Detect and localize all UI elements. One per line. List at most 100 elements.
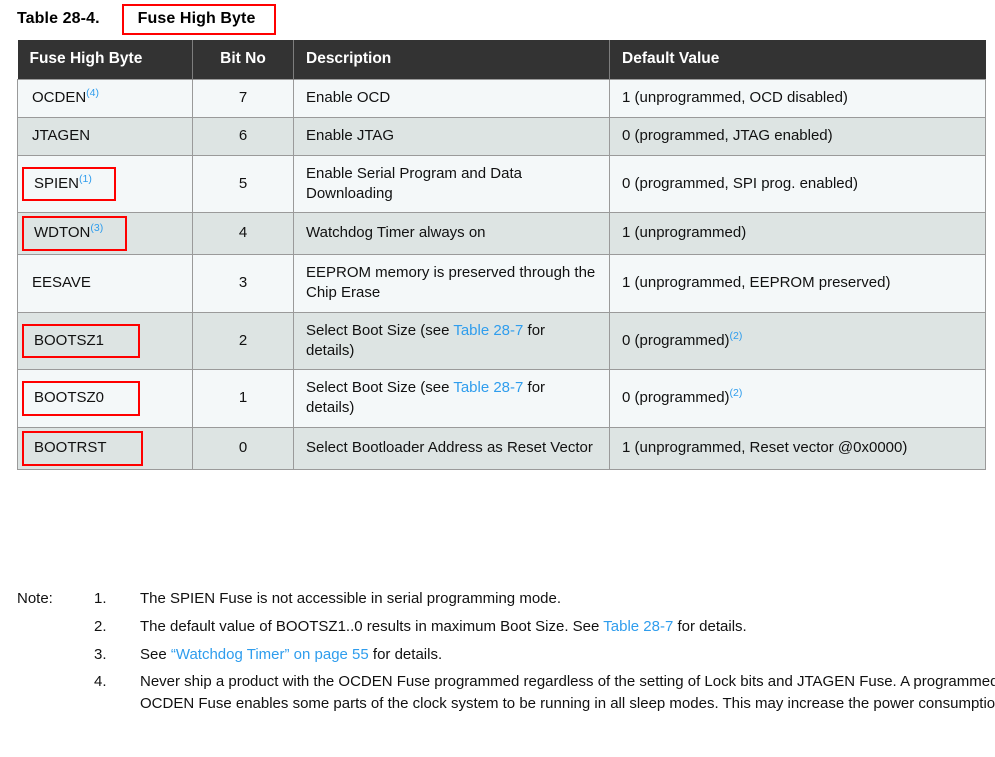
cell-description: Enable Serial Program and Data Downloadi… — [293, 154, 610, 214]
footnote-superscript: (3) — [90, 222, 104, 235]
fuse-name-label: BOOTSZ0 — [34, 389, 105, 407]
default-value-text: 1 (unprogrammed, EEPROM preserved) — [622, 274, 891, 292]
fuse-name-label: BOOTRST — [34, 438, 107, 456]
note-text-tail: for details. — [368, 645, 443, 663]
fuse-name-text: EESAVE — [32, 273, 91, 293]
footnote-superscript: (2) — [729, 329, 743, 342]
cell-fuse-name: WDTON(3) — [17, 212, 193, 256]
table-row: BOOTRST 0 Select Bootloader Address as Res… — [17, 426, 986, 470]
cell-default-value: 0 (programmed, JTAG enabled) — [609, 116, 986, 156]
cell-fuse-name: BOOTSZ0 — [17, 369, 193, 428]
description-text: Select Bootloader Address as Reset Vecto… — [306, 438, 593, 456]
table-row: JTAGEN 6 Enable JTAG 0 (programmed, JTAG en… — [17, 116, 986, 156]
table-header: Fuse High Byte Bit No Description Defaul… — [17, 40, 986, 80]
column-header-default-value: Default Value — [609, 40, 986, 80]
fuse-name-highlight-box: BOOTSZ1 — [22, 323, 141, 359]
note-body: The SPIEN Fuse is not accessible in seri… — [140, 590, 561, 607]
cell-default-value: 1 (unprogrammed, Reset vector @0x0000) — [609, 426, 986, 470]
table-row: EESAVE 3 EEPROM memory is preserved throug… — [17, 254, 986, 313]
column-header-fuse-high-byte: Fuse High Byte — [17, 40, 193, 80]
cell-description: Enable OCD — [293, 79, 610, 118]
description-text: EEPROM memory is preserved through the C… — [306, 264, 596, 301]
cell-default-value: 0 (programmed)(2) — [609, 311, 986, 371]
note-text: Never ship a product with the OCDEN Fuse… — [140, 673, 995, 712]
description-text: Select Boot Size (see — [306, 379, 454, 397]
note-text: The default value of BOOTSZ1..0 results … — [140, 617, 604, 635]
cell-bit-no: 5 — [192, 154, 294, 214]
default-value-text: 1 (unprogrammed, Reset vector @0x0000) — [622, 438, 908, 456]
description-text: Select Boot Size (see — [306, 321, 454, 339]
note-cross-reference-link[interactable]: “Watchdog Timer” on page 55 — [171, 646, 369, 663]
column-header-bit-no: Bit No — [192, 40, 294, 80]
note-item: 2. The default value of BOOTSZ1..0 result… — [17, 616, 995, 638]
fuse-name-label: WDTON — [34, 224, 91, 242]
note-body: Never ship a product with the OCDEN Fuse… — [140, 671, 995, 715]
fuse-name-label: EESAVE — [32, 274, 91, 292]
cell-default-value: 0 (programmed, SPI prog. enabled) — [609, 154, 986, 214]
fuse-high-byte-table: Fuse High Byte Bit No Description Defaul… — [17, 40, 986, 470]
column-header-description: Description — [293, 40, 610, 80]
default-value-text: 1 (unprogrammed, OCD disabled) — [622, 89, 848, 107]
note-item: 4. Never ship a product with the OCDEN Fu… — [17, 671, 995, 715]
cell-fuse-name: JTAGEN — [17, 116, 193, 156]
note-number: 2. — [94, 617, 107, 635]
cell-description: EEPROM memory is preserved through the C… — [293, 254, 610, 313]
cell-description: Select Boot Size (see Table 28-7 for det… — [293, 311, 610, 371]
cell-fuse-name: EESAVE — [17, 254, 193, 313]
default-value-text: 0 (programmed) — [622, 331, 730, 349]
note-number: 3. — [94, 645, 107, 663]
table-row: OCDEN(4) 7 Enable OCD 1 (unprogrammed, OCD … — [17, 79, 986, 118]
fuse-name-highlight-box: BOOTRST — [22, 430, 143, 466]
table-header-row: Fuse High Byte Bit No Description Defaul… — [17, 40, 986, 80]
default-value-text: 0 (programmed) — [622, 389, 730, 407]
fuse-name-label: JTAGEN — [32, 126, 91, 144]
table-row: BOOTSZ0 1 Select Boot Size (see Table 28-7… — [17, 369, 986, 428]
fuse-name-text: OCDEN(4) — [32, 88, 99, 108]
description-text: Enable OCD — [306, 89, 391, 107]
footnote-superscript: (2) — [729, 387, 743, 400]
cell-default-value: 0 (programmed)(2) — [609, 369, 986, 428]
footnote-superscript: (4) — [86, 87, 100, 100]
description-cross-reference-link[interactable]: Table 28-7 — [453, 379, 523, 396]
cell-default-value: 1 (unprogrammed) — [609, 212, 986, 256]
note-body: See “Watchdog Timer” on page 55 for deta… — [140, 646, 442, 663]
default-value-text: 1 (unprogrammed) — [622, 224, 747, 242]
table-caption-label: Table 28-4. — [17, 10, 100, 27]
description-text: Enable Serial Program and Data Downloadi… — [306, 164, 522, 202]
cell-bit-no: 6 — [192, 116, 294, 156]
fuse-name-label: OCDEN — [32, 89, 87, 107]
note-text-tail: for details. — [673, 617, 747, 635]
cell-bit-no: 3 — [192, 254, 294, 313]
table-row: SPIEN(1) 5 Enable Serial Program and Data … — [17, 154, 986, 214]
note-cross-reference-link[interactable]: Table 28-7 — [603, 618, 673, 635]
table-notes: Note: 1. The SPIEN Fuse is not accessible… — [17, 588, 995, 721]
description-text: Enable JTAG — [306, 126, 395, 144]
note-body: The default value of BOOTSZ1..0 results … — [140, 618, 747, 635]
cell-fuse-name: OCDEN(4) — [17, 79, 193, 118]
fuse-name-highlight-box: WDTON(3) — [22, 216, 128, 252]
table-body: OCDEN(4) 7 Enable OCD 1 (unprogrammed, OCD … — [17, 79, 986, 470]
table-caption: Table 28-4. Fuse High Byte — [17, 3, 276, 35]
cell-fuse-name: BOOTSZ1 — [17, 311, 193, 371]
note-item: 3. See “Watchdog Timer” on page 55 for de… — [17, 644, 995, 666]
notes-list: 1. The SPIEN Fuse is not accessible in se… — [17, 588, 995, 715]
fuse-name-text: JTAGEN — [32, 126, 90, 146]
cell-default-value: 1 (unprogrammed, OCD disabled) — [609, 79, 986, 118]
note-number: 1. — [94, 590, 107, 607]
cell-bit-no: 2 — [192, 311, 294, 371]
cell-bit-no: 0 — [192, 426, 294, 470]
cell-description: Select Bootloader Address as Reset Vecto… — [293, 426, 610, 470]
note-text: See — [140, 645, 171, 663]
note-text: The SPIEN Fuse is not accessible in seri… — [140, 590, 562, 607]
cell-bit-no: 1 — [192, 369, 294, 428]
description-cross-reference-link[interactable]: Table 28-7 — [453, 322, 523, 339]
cell-fuse-name: BOOTRST — [17, 426, 193, 470]
note-number: 4. — [94, 673, 107, 691]
note-item: 1. The SPIEN Fuse is not accessible in se… — [17, 588, 995, 610]
fuse-name-highlight-box: BOOTSZ0 — [22, 381, 141, 416]
footnote-superscript: (1) — [79, 172, 92, 185]
cell-description: Select Boot Size (see Table 28-7 for det… — [293, 369, 610, 428]
fuse-name-label: BOOTSZ1 — [34, 331, 105, 349]
fuse-name-highlight-box: SPIEN(1) — [22, 166, 116, 202]
cell-bit-no: 7 — [192, 79, 294, 118]
